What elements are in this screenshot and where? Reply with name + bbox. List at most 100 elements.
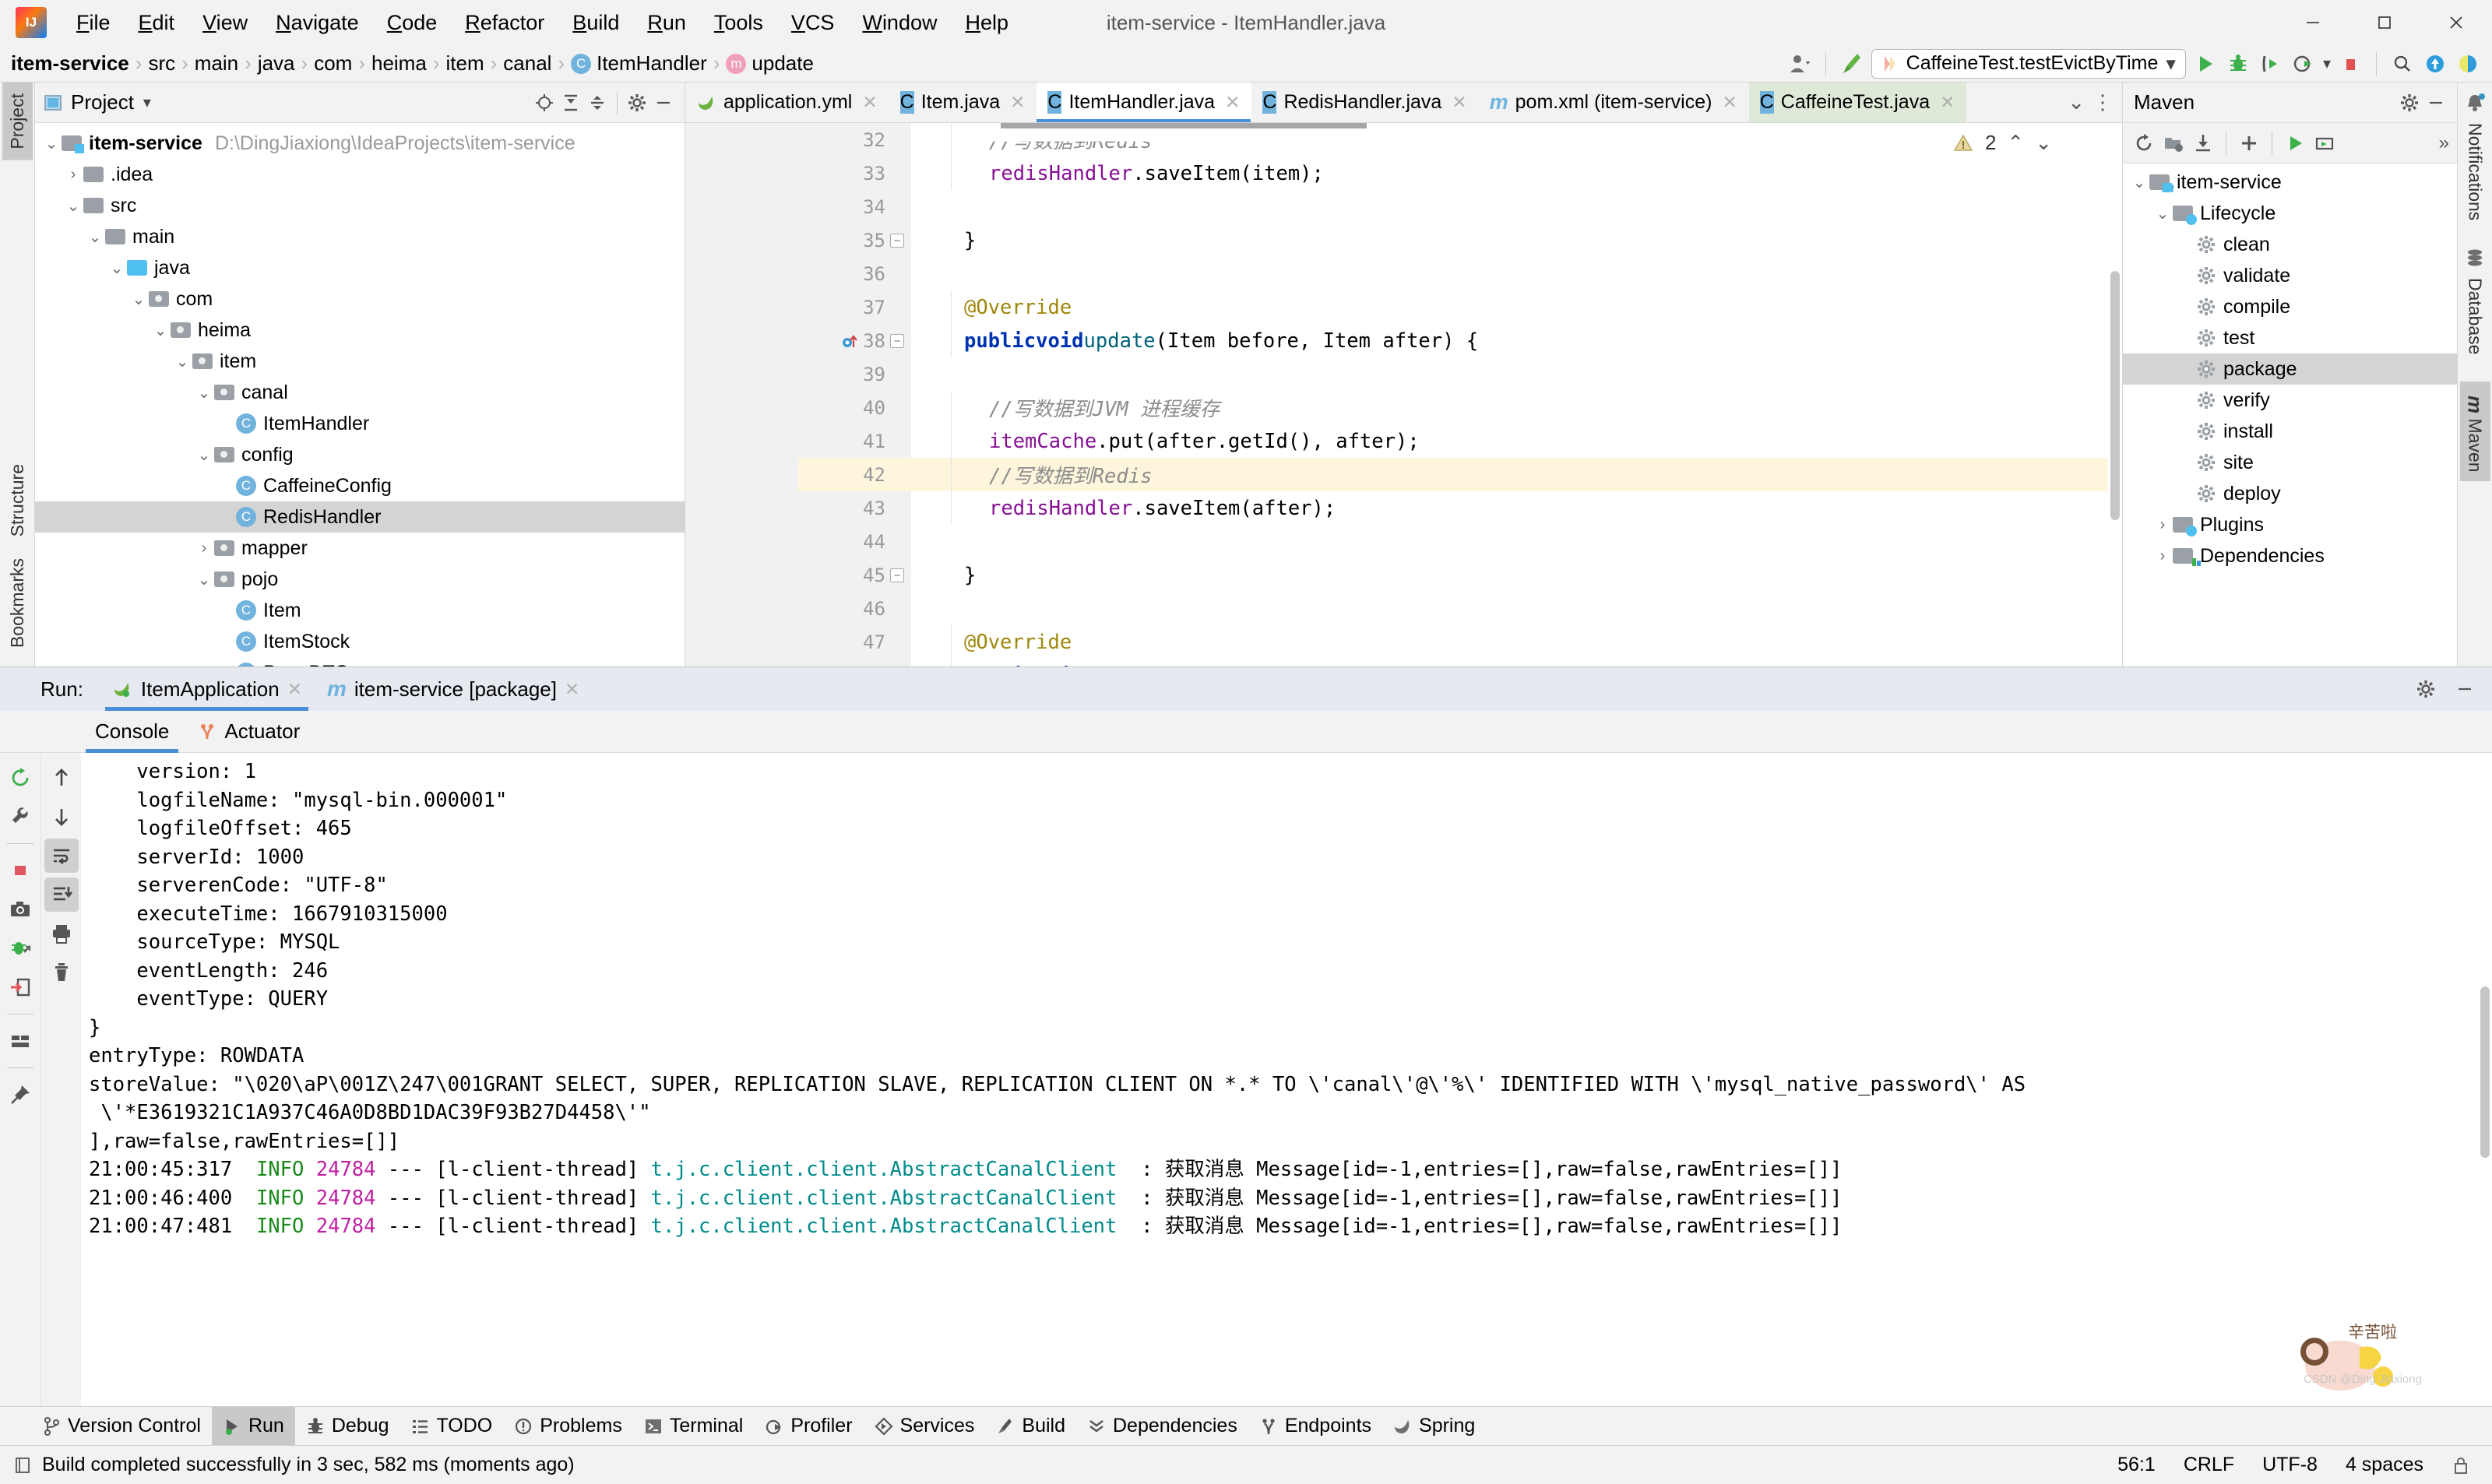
trash-icon[interactable] (44, 955, 79, 990)
breadcrumb-item-src[interactable]: src (146, 51, 177, 76)
reload-icon[interactable] (2131, 130, 2157, 156)
sidebar-item-bookmarks[interactable]: Bookmarks (2, 547, 33, 659)
override-gutter-icon[interactable] (841, 332, 860, 350)
maximize-button[interactable] (2349, 0, 2420, 45)
code-line[interactable]: 41 itemCache .put(after.getId(), after); (798, 424, 2122, 458)
tree-item-main[interactable]: ⌄ main (35, 221, 685, 252)
editor-more-icon[interactable]: ⋮ (2093, 90, 2113, 114)
editor-tab-redishandler-java[interactable]: C RedisHandler.java ✕ (1251, 83, 1478, 122)
gear-icon[interactable] (2413, 676, 2439, 702)
code-line[interactable]: 48@−public void delete(Item item) { (798, 659, 2122, 666)
close-icon[interactable]: ✕ (565, 679, 579, 700)
tool-button-todo[interactable]: TODO (399, 1407, 503, 1446)
soft-wrap-icon[interactable] (44, 839, 79, 873)
close-icon[interactable]: ✕ (1225, 92, 1240, 113)
close-icon[interactable]: ✕ (862, 92, 877, 113)
tree-item-mapper[interactable]: › mapper (35, 533, 685, 564)
run-tab-item-application[interactable]: ItemApplication ✕ (99, 667, 315, 711)
user-avatar-icon[interactable] (1786, 51, 1813, 77)
collapse-all-icon[interactable] (584, 90, 611, 116)
maven-item-item-service[interactable]: ⌄ m item-service (2123, 167, 2457, 198)
code-line[interactable]: 43 redisHandler .saveItem(after); (798, 491, 2122, 525)
menu-item-window[interactable]: Window (848, 6, 951, 40)
tool-button-dependencies[interactable]: Dependencies (1076, 1407, 1248, 1446)
hide-panel-icon[interactable] (2452, 676, 2478, 702)
run-with-coverage-icon[interactable] (2258, 51, 2284, 77)
tree-item-pagedto[interactable]: CPageDTO (35, 657, 685, 666)
execute-goal-icon[interactable] (2311, 130, 2338, 156)
tool-button-services[interactable]: Services (864, 1407, 986, 1446)
tool-button-spring[interactable]: Spring (1382, 1407, 1486, 1446)
download-sources-icon[interactable] (2190, 130, 2216, 156)
tool-button-build[interactable]: Build (985, 1407, 1076, 1446)
menu-item-code[interactable]: Code (373, 6, 452, 40)
stop-icon[interactable] (3, 853, 37, 888)
tool-button-problems[interactable]: Problems (503, 1407, 633, 1446)
tree-expander-icon[interactable]: › (2152, 516, 2173, 534)
maven-item-plugins[interactable]: › Plugins (2123, 509, 2457, 540)
maven-item-site[interactable]: site (2123, 447, 2457, 478)
maven-item-clean[interactable]: clean (2123, 229, 2457, 260)
tree-item--idea[interactable]: › .idea (35, 159, 685, 190)
tool-button-profiler[interactable]: Profiler (754, 1407, 863, 1446)
editor-tab-application-yml[interactable]: application.yml ✕ (685, 83, 889, 122)
tree-expander-icon[interactable]: ⌄ (41, 134, 62, 153)
menu-item-build[interactable]: Build (558, 6, 633, 40)
tree-expander-icon[interactable]: ⌄ (194, 445, 214, 465)
inspection-widget[interactable]: 2 ⌃ ⌄ (1952, 131, 2052, 155)
code-fold-icon[interactable]: − (889, 565, 905, 586)
code-line[interactable]: 46 (798, 592, 2122, 625)
tree-item-item[interactable]: C Item (35, 595, 685, 626)
editor-tab-item-java[interactable]: C Item.java ✕ (889, 83, 1037, 122)
tree-expander-icon[interactable]: ⌄ (150, 321, 171, 340)
close-icon[interactable]: ✕ (1452, 92, 1466, 113)
add-maven-project-icon[interactable] (2160, 130, 2187, 156)
maven-item-dependencies[interactable]: › Dependencies (2123, 540, 2457, 571)
profile-icon[interactable] (2290, 51, 2317, 77)
breadcrumb-item-main[interactable]: main (193, 51, 240, 76)
tree-expander-icon[interactable]: › (2152, 547, 2173, 565)
code-line[interactable]: 33 redisHandler .saveItem(item); (798, 156, 2122, 190)
update-project-icon[interactable] (2422, 51, 2448, 77)
editor-vertical-scrollbar[interactable] (2108, 123, 2122, 666)
hide-panel-icon[interactable] (2423, 90, 2449, 116)
next-problem-icon[interactable]: ⌄ (2035, 131, 2052, 155)
code-scroll-area[interactable]: 32 //写数据到Redis 33 redisHandler .saveItem(ite… (798, 123, 2122, 666)
lock-icon[interactable] (2452, 1455, 2470, 1475)
menu-item-tools[interactable]: Tools (700, 6, 777, 40)
debug-icon[interactable] (2225, 51, 2251, 77)
menu-item-view[interactable]: View (188, 6, 262, 40)
run-tab-item-service-package[interactable]: m item-service [package] ✕ (315, 667, 592, 711)
tree-expander-icon[interactable]: ⌄ (128, 290, 149, 309)
tool-button-version-control[interactable]: Version Control (31, 1407, 212, 1446)
sidebar-item-notifications[interactable]: Notifications (2462, 114, 2489, 230)
tree-item-canal[interactable]: ⌄ canal (35, 377, 685, 408)
code-line[interactable]: 38− public void update (Item before, Item … (798, 324, 2122, 357)
chevron-down-icon[interactable]: ▾ (143, 93, 151, 112)
maven-item-verify[interactable]: verify (2123, 385, 2457, 416)
tree-item-src[interactable]: ⌄ src (35, 190, 685, 221)
maven-item-test[interactable]: test (2123, 322, 2457, 353)
camera-icon[interactable] (3, 892, 37, 927)
breadcrumb-item-java[interactable]: java (256, 51, 297, 76)
search-everywhere-icon[interactable] (2389, 51, 2416, 77)
menu-item-file[interactable]: File (62, 6, 125, 40)
layout-icon[interactable] (3, 1024, 37, 1058)
indent-setting[interactable]: 4 spaces (2346, 1454, 2423, 1476)
caret-position[interactable]: 56:1 (2117, 1454, 2156, 1476)
tree-expander-icon[interactable]: ⌄ (63, 196, 83, 216)
tree-expander-icon[interactable]: ⌄ (2152, 204, 2173, 223)
maven-more-icon[interactable]: » (2439, 132, 2449, 154)
tree-item-java[interactable]: ⌄ java (35, 252, 685, 283)
tool-button-run[interactable]: Run (211, 1406, 295, 1446)
maven-tree[interactable]: ⌄ m item-service ⌄ Lifecycle clean validate com… (2123, 164, 2457, 666)
code-line[interactable]: 35−} (798, 223, 2122, 257)
tree-item-config[interactable]: ⌄ config (35, 439, 685, 470)
tree-expander-icon[interactable]: ⌄ (172, 352, 192, 371)
breadcrumb-item-item-service[interactable]: item-service (9, 51, 131, 76)
editor-tab-itemhandler-java[interactable]: C ItemHandler.java ✕ (1037, 83, 1252, 122)
add-icon[interactable] (2236, 130, 2262, 156)
maven-item-validate[interactable]: validate (2123, 260, 2457, 291)
menu-item-run[interactable]: Run (633, 6, 700, 40)
breadcrumb-item-update[interactable]: m update (724, 51, 815, 76)
